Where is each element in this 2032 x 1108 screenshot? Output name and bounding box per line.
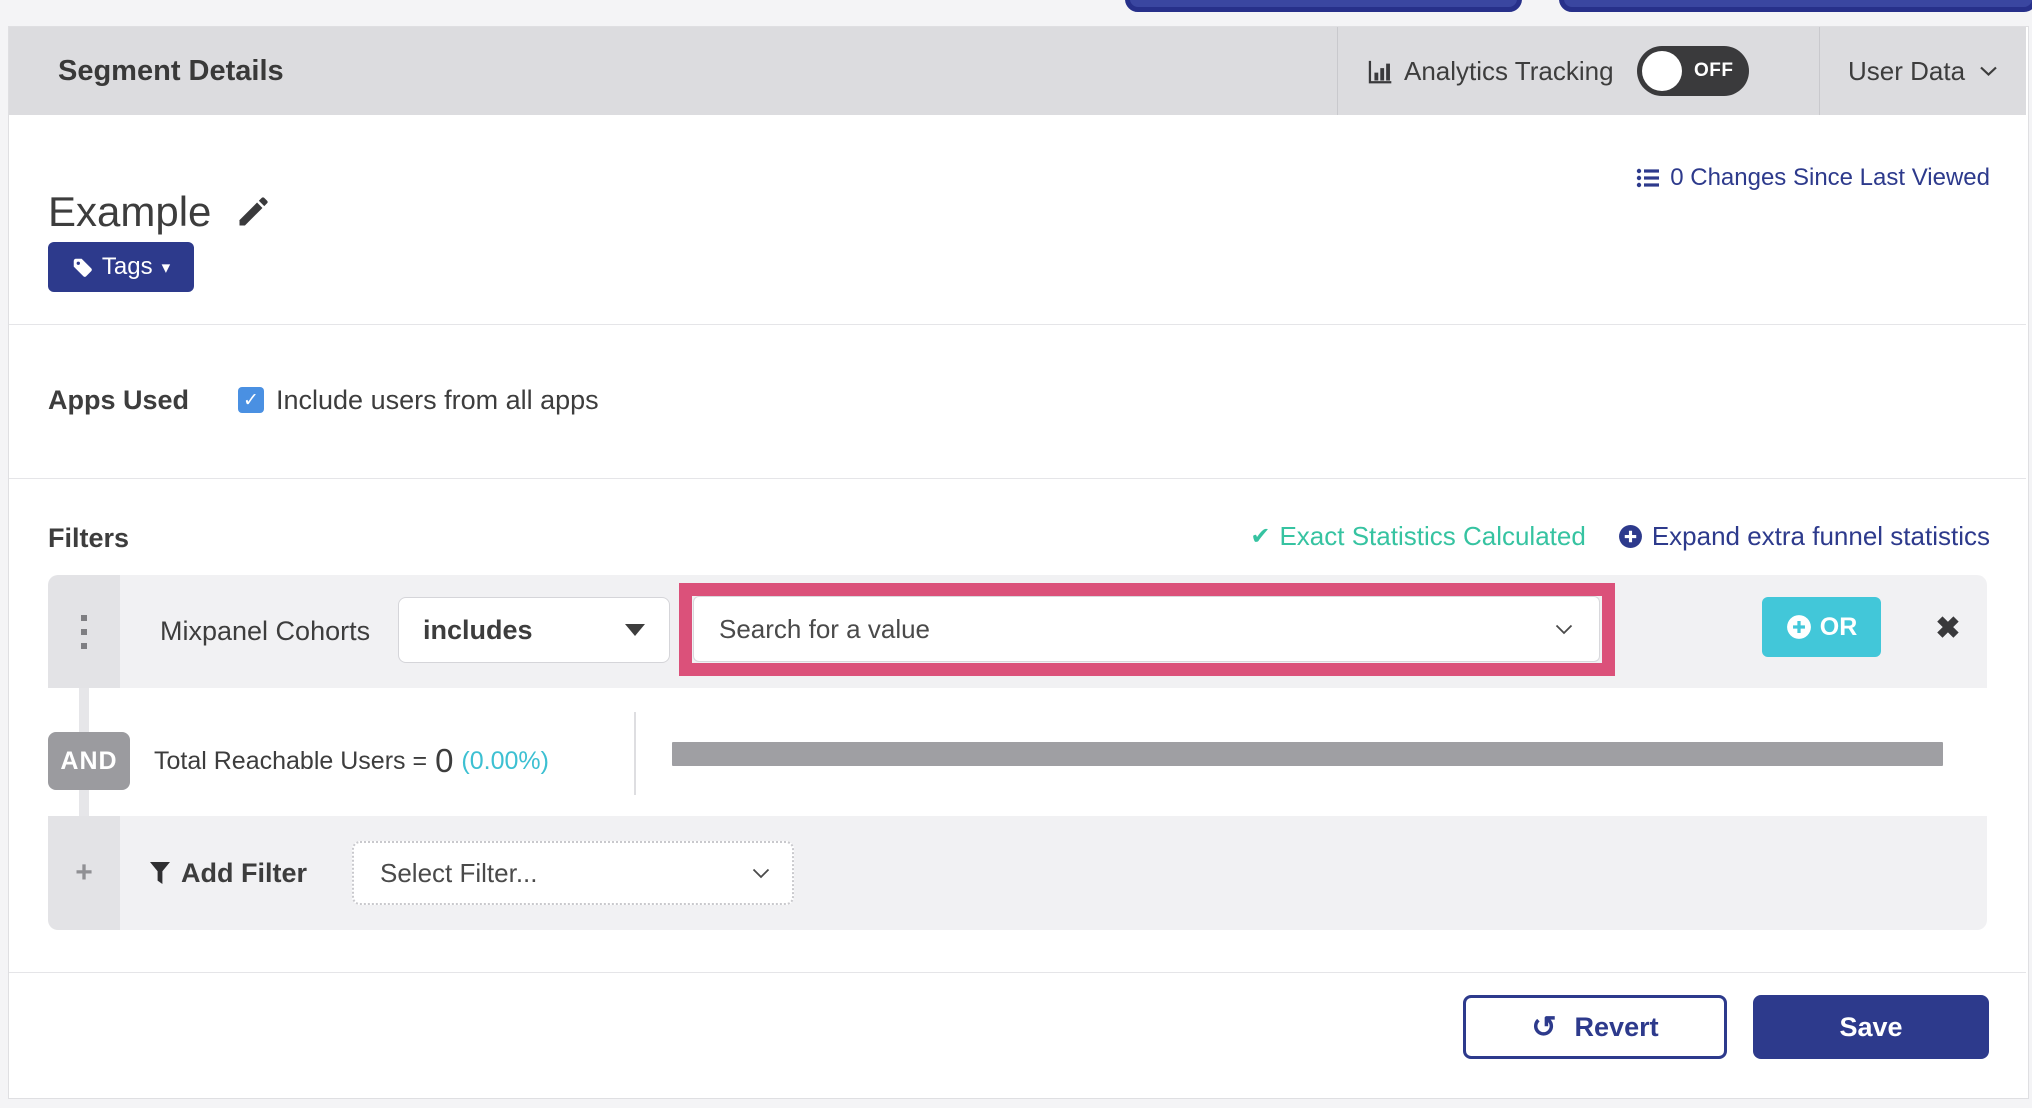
filter-operator-value: includes — [423, 614, 533, 645]
select-filter-dropdown[interactable]: Select Filter... — [352, 841, 794, 905]
edit-pencil-icon[interactable] — [235, 194, 271, 230]
caret-down-icon: ▾ — [161, 257, 171, 277]
expand-funnel-statistics-label: Expand extra funnel statistics — [1651, 520, 1990, 551]
revert-button-label: Revert — [1574, 1011, 1659, 1042]
chevron-down-icon — [1555, 624, 1573, 635]
total-reachable-users: Total Reachable Users = 0 (0.00%) — [154, 732, 549, 790]
include-all-apps-label: Include users from all apps — [276, 384, 599, 415]
segment-name-row: Example — [48, 180, 271, 244]
changes-link-label: 0 Changes Since Last Viewed — [1670, 164, 1990, 191]
filter-operator-dropdown[interactable]: includes — [398, 597, 670, 663]
user-data-label: User Data — [1848, 55, 1966, 86]
save-button[interactable]: Save — [1753, 995, 1989, 1059]
analytics-tracking-label: Analytics Tracking — [1404, 55, 1614, 86]
vertical-divider — [634, 712, 636, 795]
remove-filter-button[interactable]: ✖ — [1918, 598, 1978, 658]
filter-field-label: Mixpanel Cohorts — [160, 616, 371, 646]
add-filter-label: Add Filter — [181, 857, 307, 888]
exact-statistics-status: ✔ Exact Statistics Calculated — [1250, 521, 1585, 552]
header-divider — [1337, 27, 1338, 115]
reachable-users-progress-bar — [672, 742, 1943, 766]
plus-circle-icon — [1618, 524, 1643, 549]
user-data-dropdown[interactable]: User Data — [1848, 27, 1998, 115]
drag-handle-icon — [81, 614, 87, 621]
add-or-condition-button[interactable]: OR — [1762, 597, 1881, 657]
funnel-icon — [150, 862, 170, 884]
header-divider — [1819, 27, 1820, 115]
exact-statistics-label: Exact Statistics Calculated — [1279, 520, 1586, 551]
add-filter-handle[interactable]: + — [48, 816, 120, 930]
top-clipped-button-left[interactable] — [1125, 0, 1522, 12]
section-divider — [9, 478, 2026, 479]
page-title: Segment Details — [58, 54, 284, 87]
revert-icon: ↺ — [1531, 1010, 1557, 1044]
check-icon: ✓ — [243, 389, 259, 411]
filter-value-placeholder: Search for a value — [719, 613, 931, 644]
plus-icon: + — [75, 856, 93, 889]
analytics-tracking-control: Analytics Tracking OFF — [1366, 27, 1749, 115]
revert-button[interactable]: ↺ Revert — [1463, 995, 1727, 1059]
bar-chart-icon — [1366, 58, 1393, 85]
analytics-tracking-toggle[interactable]: OFF — [1636, 46, 1749, 96]
toggle-knob — [1641, 51, 1682, 91]
changelog-list-icon — [1636, 166, 1660, 190]
save-button-label: Save — [1839, 1011, 1903, 1042]
drag-handle-icon — [81, 642, 87, 649]
filter-value-select[interactable]: Search for a value — [693, 596, 1600, 662]
total-reachable-label: Total Reachable Users = — [154, 746, 428, 775]
chevron-down-icon — [1979, 65, 1998, 77]
or-button-label: OR — [1819, 612, 1858, 641]
check-icon: ✔ — [1250, 522, 1271, 550]
tags-button-label: Tags — [101, 253, 153, 280]
section-divider — [9, 324, 2026, 325]
and-badge: AND — [48, 732, 130, 790]
filter-drag-handle[interactable] — [48, 575, 120, 688]
expand-funnel-statistics-link[interactable]: Expand extra funnel statistics — [1618, 521, 1990, 552]
filters-heading: Filters — [48, 522, 130, 553]
select-filter-placeholder: Select Filter... — [380, 857, 538, 888]
total-reachable-count: 0 — [435, 742, 454, 779]
add-filter-label-group: Add Filter — [150, 816, 307, 930]
include-all-apps-checkbox[interactable]: ✓ — [238, 387, 264, 413]
drag-handle-icon — [81, 628, 87, 635]
chevron-down-icon — [752, 868, 770, 879]
apps-used-label: Apps Used — [48, 384, 190, 415]
changes-since-last-viewed-link[interactable]: 0 Changes Since Last Viewed — [1440, 160, 1990, 196]
footer-divider — [9, 972, 2026, 973]
toggle-state-label: OFF — [1694, 60, 1734, 81]
top-clipped-button-right[interactable] — [1559, 0, 2032, 12]
close-icon: ✖ — [1935, 611, 1961, 645]
plus-circle-icon — [1786, 614, 1812, 640]
filters-stats-row: ✔ Exact Statistics Calculated Expand ext… — [900, 518, 1990, 554]
tag-icon — [72, 257, 93, 278]
tags-button[interactable]: Tags ▾ — [48, 242, 194, 292]
total-reachable-percent: (0.00%) — [461, 746, 549, 775]
segment-name: Example — [48, 188, 212, 235]
dropdown-arrow-icon — [625, 624, 645, 636]
